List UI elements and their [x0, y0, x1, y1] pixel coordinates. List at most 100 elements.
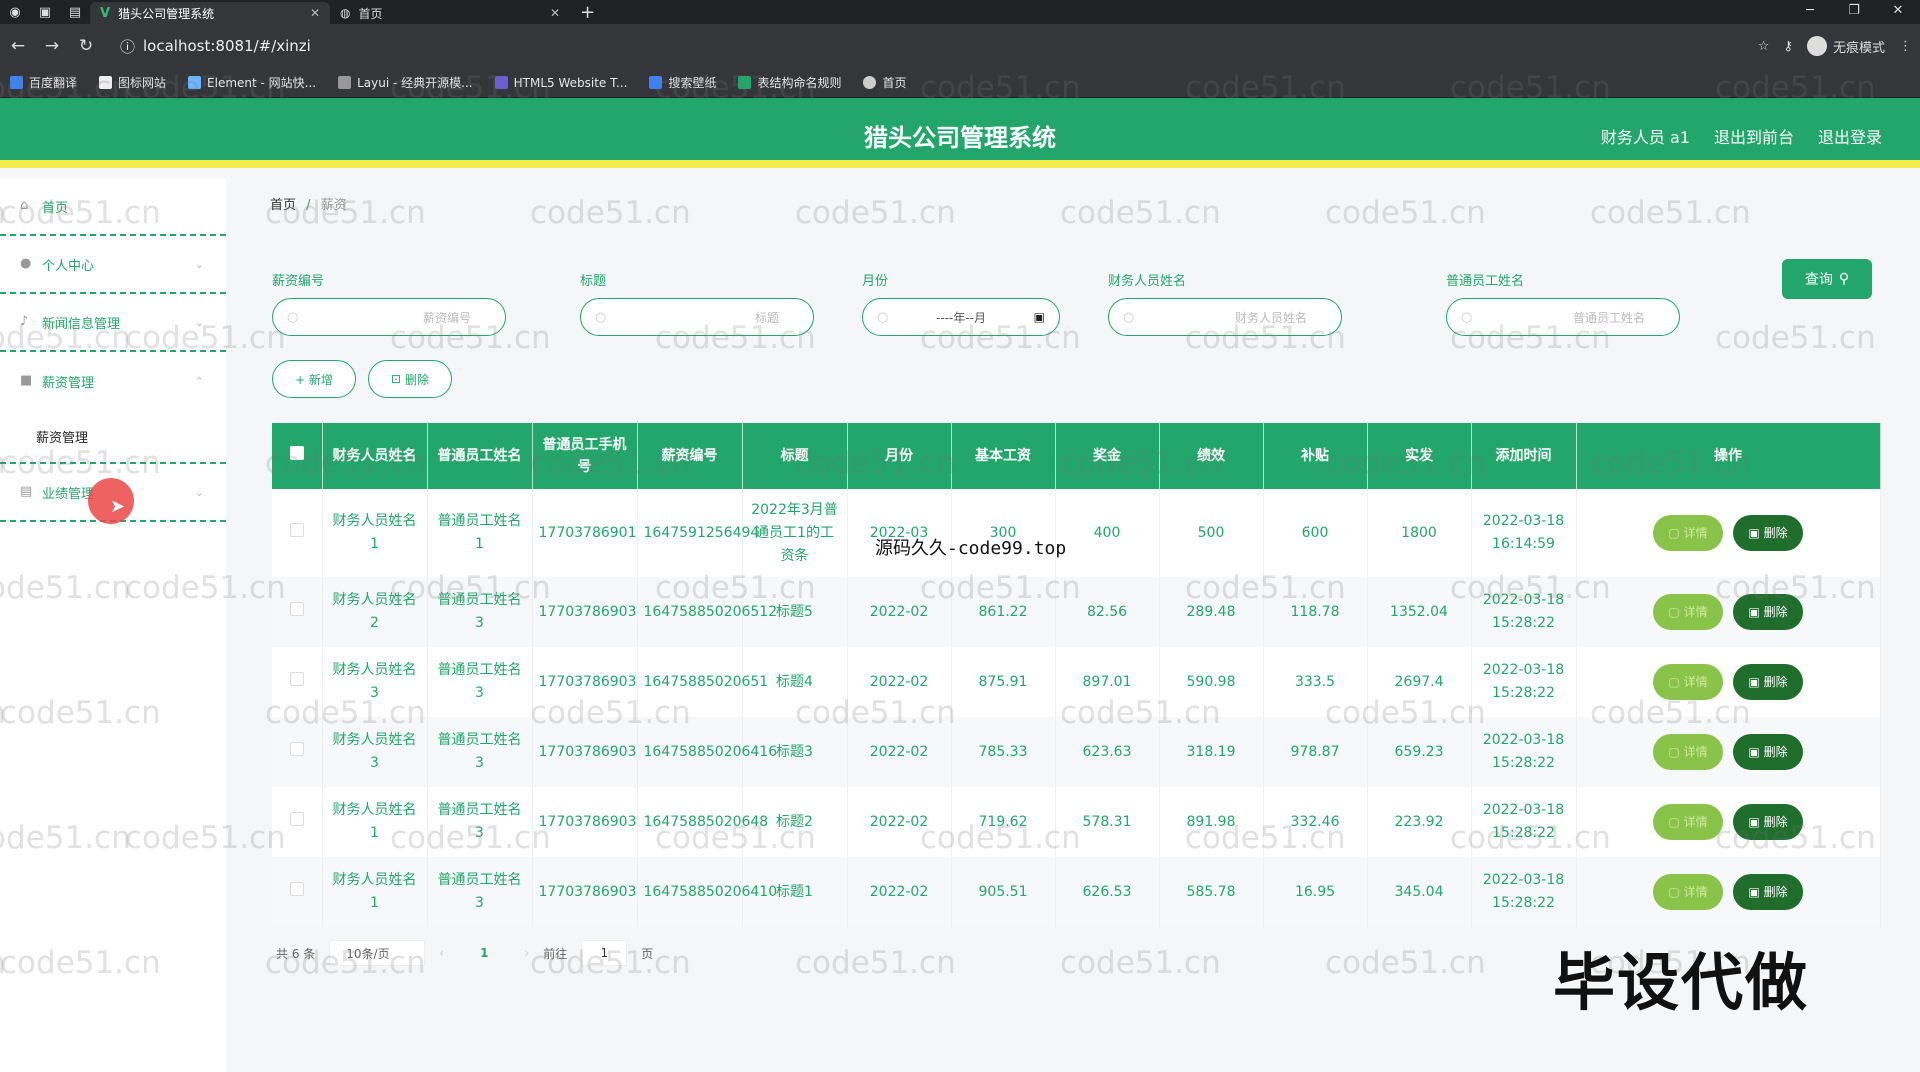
th-salary-no: 薪资编号 — [637, 423, 743, 489]
batch-delete-button[interactable]: ⊡ 删除 — [368, 360, 452, 398]
table-cell: 17703786903 — [532, 647, 638, 717]
detail-button[interactable]: ▢ 详情 — [1653, 515, 1723, 551]
row-actions: ▢ 详情 ▣ 删除 — [1576, 717, 1881, 787]
more-icon[interactable]: ⋮ — [1899, 39, 1912, 54]
detail-button[interactable]: ▢ 详情 — [1653, 594, 1723, 630]
table-cell: 2022-03-18 15:28:22 — [1471, 577, 1577, 647]
table-cell: 财务人员姓名1 — [322, 787, 428, 857]
key-icon[interactable]: ⚷ — [1783, 39, 1793, 54]
sidebar-item-profile[interactable]: ● 个人中心 ⌄ — [0, 236, 226, 294]
forward-icon[interactable]: → — [42, 36, 62, 56]
query-button[interactable]: 查询 ⚲ — [1782, 259, 1872, 299]
star-icon[interactable]: ☆ — [1758, 39, 1770, 54]
sidebar-subitem-salary[interactable]: 薪资管理 — [0, 410, 226, 464]
sidebar-item-salary[interactable]: ■ 薪资管理 ⌃ — [0, 352, 226, 410]
row-checkbox[interactable] — [272, 577, 323, 647]
bookmark-item[interactable]: 百度翻译 — [10, 74, 77, 91]
window-icon[interactable]: ▤ — [60, 0, 90, 24]
url-text: localhost:8081/#/xinzi — [143, 37, 311, 55]
restore-icon[interactable]: ❐ — [1832, 0, 1876, 24]
table-cell: 897.01 — [1055, 647, 1160, 717]
row-checkbox[interactable] — [272, 647, 323, 717]
page-number[interactable]: 1 — [480, 946, 488, 960]
th-employee-phone: 普通员工手机号 — [532, 423, 638, 489]
table-cell: 普通员工姓名3 — [427, 717, 533, 787]
table-cell: 财务人员姓名2 — [322, 577, 428, 647]
back-icon[interactable]: ← — [8, 36, 28, 56]
reload-icon[interactable]: ↻ — [76, 36, 96, 56]
bookmark-item[interactable]: 首页 — [863, 74, 907, 91]
salary-no-input[interactable]: ○ 薪资编号 — [272, 298, 506, 336]
close-icon[interactable]: ✕ — [310, 6, 320, 20]
detail-button[interactable]: ▢ 详情 — [1653, 664, 1723, 700]
sidebar-item-home[interactable]: ⌂ 首页 — [0, 178, 226, 236]
close-window-icon[interactable]: ✕ — [1876, 0, 1920, 24]
tab-active[interactable]: V 猎头公司管理系统 ✕ — [90, 2, 330, 24]
delete-button[interactable]: ▣ 删除 — [1733, 594, 1803, 630]
table-cell: 16475885020648 — [637, 787, 768, 857]
logout-link[interactable]: 退出登录 — [1818, 124, 1882, 148]
sidebar-item-news[interactable]: ♪ 新闻信息管理 ⌄ — [0, 294, 226, 352]
detail-icon: ▢ — [1668, 525, 1680, 540]
close-icon[interactable]: ✕ — [550, 6, 560, 20]
search-icon: ○ — [877, 309, 889, 325]
finance-name-input[interactable]: ○ 财务人员姓名 — [1108, 298, 1342, 336]
next-page-icon[interactable]: › — [524, 946, 529, 960]
table-cell: 16475885020651 — [637, 647, 768, 717]
title-input[interactable]: ○ 标题 — [580, 298, 814, 336]
chrome-menu-icon[interactable]: ◉ — [0, 0, 30, 24]
table-cell: 875.91 — [951, 647, 1056, 717]
delete-button[interactable]: ▣ 删除 — [1733, 804, 1803, 840]
goto-page-input[interactable]: 1 — [581, 940, 628, 966]
back-to-front-link[interactable]: 退出到前台 — [1714, 124, 1794, 148]
url-field[interactable]: ⓘ localhost:8081/#/xinzi — [110, 31, 1744, 61]
new-tab-button[interactable]: + — [570, 2, 605, 24]
row-checkbox[interactable] — [272, 717, 323, 787]
delete-button[interactable]: ▣ 删除 — [1733, 874, 1803, 910]
calendar-icon[interactable]: ▣ — [1034, 310, 1045, 324]
incognito-indicator[interactable]: 无痕模式 — [1806, 36, 1885, 56]
detail-button[interactable]: ▢ 详情 — [1653, 804, 1723, 840]
select-all-checkbox[interactable] — [272, 423, 323, 489]
delete-button[interactable]: ▣ 删除 — [1733, 664, 1803, 700]
minimize-icon[interactable]: ─ — [1788, 0, 1832, 24]
table-cell: 164758850206416 — [637, 717, 777, 787]
bookmark-item[interactable]: Layui - 经典开源模... — [338, 74, 473, 91]
prev-page-icon[interactable]: ‹ — [439, 946, 444, 960]
app-header: 猎头公司管理系统 财务人员 a1 退出到前台 退出登录 — [0, 98, 1920, 168]
table-cell: 17703786903 — [532, 787, 638, 857]
table-cell: 2022-02 — [847, 577, 952, 647]
th-subsidy: 补贴 — [1263, 423, 1368, 489]
table-cell: 普通员工姓名1 — [427, 489, 533, 577]
detail-button[interactable]: ▢ 详情 — [1653, 874, 1723, 910]
table-cell: 财务人员姓名3 — [322, 647, 428, 717]
page-size-select[interactable]: 10条/页 — [329, 940, 426, 966]
row-checkbox[interactable] — [272, 489, 323, 577]
row-actions: ▢ 详情 ▣ 删除 — [1576, 787, 1881, 857]
bookmark-item[interactable]: Element - 网站快... — [188, 74, 316, 91]
row-actions: ▢ 详情 ▣ 删除 — [1576, 647, 1881, 717]
month-input[interactable]: ○ ----年--月 ▣ — [862, 298, 1060, 336]
th-bonus: 奖金 — [1055, 423, 1160, 489]
table-cell: 590.98 — [1159, 647, 1264, 717]
add-button[interactable]: + 新增 — [272, 360, 356, 398]
breadcrumb-home[interactable]: 首页 — [270, 198, 296, 213]
row-checkbox[interactable] — [272, 787, 323, 857]
promo-overlay-text: 毕设代做 — [1553, 946, 1810, 1019]
app-icon[interactable]: ▣ — [30, 0, 60, 24]
bookmark-item[interactable]: 搜索壁纸 — [649, 74, 716, 91]
globe-icon: ◍ — [340, 6, 351, 20]
bookmark-item[interactable]: 图标网站 — [99, 74, 166, 91]
tab-home[interactable]: ◍ 首页 ✕ — [330, 2, 570, 24]
detail-icon: ▢ — [1668, 814, 1680, 829]
bookmark-item[interactable]: 表结构命名规则 — [738, 74, 841, 91]
filter-label-salary-no: 薪资编号 — [272, 274, 325, 289]
detail-button[interactable]: ▢ 详情 — [1653, 734, 1723, 770]
bookmark-item[interactable]: HTML5 Website T... — [494, 76, 627, 90]
row-checkbox[interactable] — [272, 857, 323, 927]
employee-name-input[interactable]: ○ 普通员工姓名 — [1446, 298, 1680, 336]
delete-button[interactable]: ▣ 删除 — [1733, 515, 1803, 551]
delete-button[interactable]: ▣ 删除 — [1733, 734, 1803, 770]
address-bar: ← → ↻ ⓘ localhost:8081/#/xinzi ☆ ⚷ 无痕模式 … — [0, 24, 1920, 68]
th-month: 月份 — [847, 423, 952, 489]
